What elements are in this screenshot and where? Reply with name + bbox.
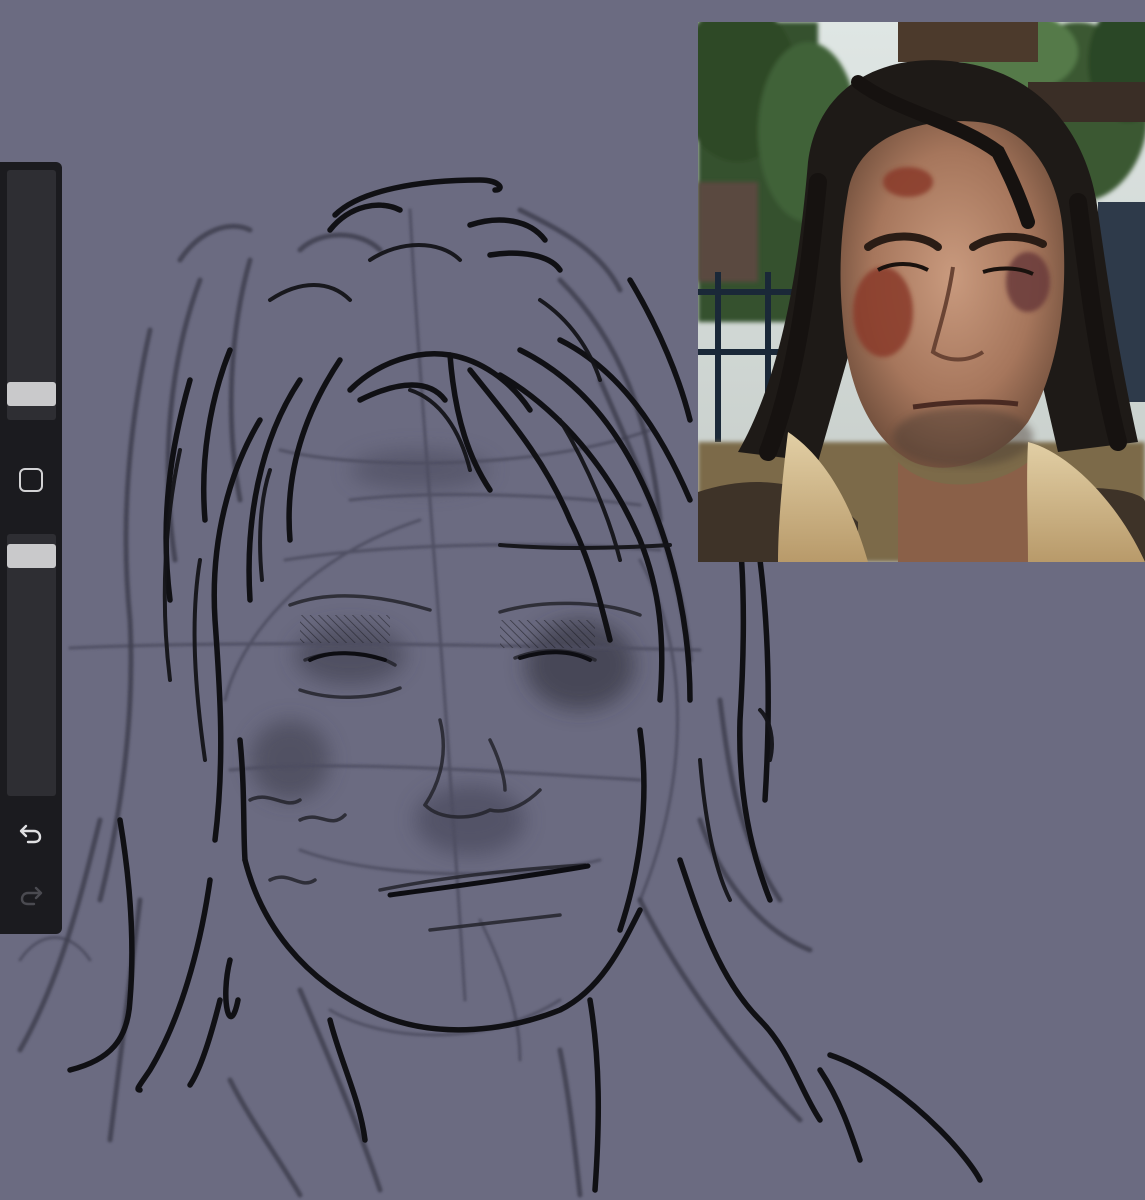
redo-arrow-icon bbox=[20, 886, 43, 906]
reference-photo[interactable] bbox=[698, 22, 1145, 562]
modify-button[interactable] bbox=[13, 462, 49, 498]
mouth bbox=[387, 863, 591, 898]
sidebar bbox=[0, 162, 62, 934]
brush-size-slider-thumb[interactable] bbox=[7, 382, 56, 406]
undo-button[interactable] bbox=[11, 814, 51, 854]
opacity-slider[interactable] bbox=[7, 534, 56, 796]
right-eyebrow-hatch bbox=[500, 620, 595, 648]
brush-size-slider[interactable] bbox=[7, 170, 56, 420]
left-eyebrow-hatch bbox=[300, 615, 390, 643]
redo-button[interactable] bbox=[11, 876, 51, 916]
square-icon bbox=[19, 468, 43, 492]
opacity-slider-thumb[interactable] bbox=[7, 544, 56, 568]
drawing-canvas[interactable] bbox=[0, 0, 1145, 1200]
reference-image bbox=[698, 22, 1145, 562]
undo-arrow-icon bbox=[19, 824, 42, 844]
